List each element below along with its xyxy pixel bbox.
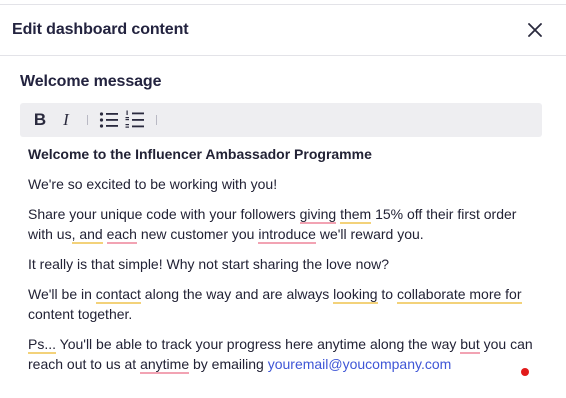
paragraph-share-code: Share your unique code with your followe… bbox=[28, 204, 540, 244]
welcome-message-label: Welcome message bbox=[20, 73, 162, 90]
spelling-suggestion[interactable]: anytime bbox=[140, 356, 190, 374]
text-span: content together. bbox=[28, 306, 133, 322]
editor-toolbar: B I bbox=[20, 103, 542, 137]
modal-title: Edit dashboard content bbox=[12, 21, 189, 38]
paragraph-contact: We'll be in contact along the way and ar… bbox=[28, 284, 540, 324]
grammar-suggestion[interactable]: collaborate more for bbox=[397, 286, 522, 304]
italic-icon: I bbox=[63, 110, 69, 129]
close-icon bbox=[528, 23, 542, 37]
bulleted-list-button[interactable] bbox=[98, 108, 120, 132]
bulleted-list-icon bbox=[99, 112, 118, 128]
content-heading: Welcome to the Influencer Ambassador Pro… bbox=[28, 146, 372, 162]
toolbar-divider bbox=[156, 115, 157, 125]
paragraph-ps: Ps... You'll be able to track your progr… bbox=[28, 334, 540, 374]
text-span: along the way and are always bbox=[140, 286, 334, 302]
spelling-suggestion[interactable]: each bbox=[106, 226, 137, 244]
text-span: Share your unique code with your followe… bbox=[28, 206, 300, 222]
text-span: we'll reward you. bbox=[315, 226, 424, 242]
status-indicator-dot bbox=[521, 368, 529, 376]
bold-button[interactable]: B bbox=[30, 108, 50, 132]
paragraph-intro: We're so excited to be working with you! bbox=[28, 176, 278, 192]
paragraph-simple: It really is that simple! Why not start … bbox=[28, 256, 390, 272]
grammar-suggestion[interactable]: , and bbox=[71, 226, 103, 244]
italic-button[interactable]: I bbox=[56, 108, 76, 132]
text-span: new customer you bbox=[136, 226, 259, 242]
numbered-list-button[interactable] bbox=[124, 108, 146, 132]
modal-header: Edit dashboard content bbox=[0, 5, 566, 56]
bold-icon: B bbox=[33, 110, 47, 129]
spelling-suggestion[interactable]: giving bbox=[299, 206, 337, 224]
grammar-suggestion[interactable]: them bbox=[340, 206, 372, 224]
grammar-suggestion[interactable]: Ps... bbox=[28, 336, 57, 354]
numbered-list-icon bbox=[125, 110, 144, 128]
text-span: by emailing bbox=[189, 356, 268, 372]
toolbar-divider bbox=[87, 115, 88, 125]
grammar-suggestion[interactable]: looking bbox=[333, 286, 378, 304]
email-link[interactable]: youremail@youcompany.com bbox=[268, 356, 452, 372]
spelling-suggestion[interactable]: introduce bbox=[258, 226, 316, 244]
grammar-suggestion[interactable]: contact bbox=[95, 286, 141, 304]
close-button[interactable] bbox=[524, 19, 546, 41]
text-span: to bbox=[377, 286, 397, 302]
text-span: You'll be able to track your progress he… bbox=[56, 336, 461, 352]
spelling-suggestion[interactable]: but bbox=[460, 336, 480, 354]
text-span: We'll be in bbox=[28, 286, 96, 302]
